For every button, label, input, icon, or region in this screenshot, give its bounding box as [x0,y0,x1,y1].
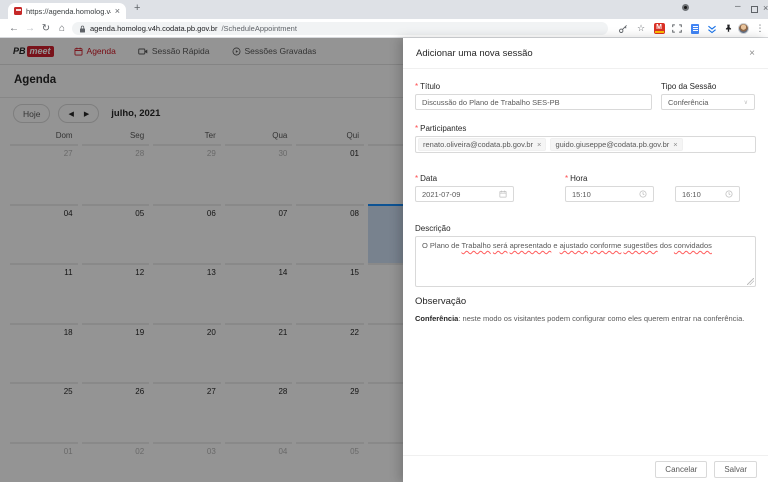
browser-tab[interactable]: https://agenda.homolog.v4h.cod × [8,3,126,19]
browser-window: https://agenda.homolog.v4h.cod × + – × ←… [0,0,768,482]
modal-title: Adicionar uma nova sessão [416,47,533,59]
window-close-button[interactable]: × [763,3,768,13]
participant-tag: renato.oliveira@codata.pb.gov.br × [418,138,547,151]
extension-m-icon[interactable]: M [652,22,666,35]
required-asterisk: * [415,124,419,133]
required-asterisk: * [415,82,419,91]
titulo-field: * Título [415,82,652,110]
observacao-text: : neste modo os visitantes podem configu… [458,314,745,323]
screen-capture-icon[interactable] [670,22,684,35]
tab-close-icon[interactable]: × [115,6,120,16]
remove-participant-icon[interactable]: × [673,140,677,149]
recording-indicator-icon [682,4,689,11]
observacao-heading: Observação [415,296,467,307]
url-path: /ScheduleAppointment [221,24,297,33]
misspelled-word: apresentado [509,241,552,250]
description-text: dos [657,241,674,250]
participant-email: guido.giuseppe@codata.pb.gov.br [555,140,670,149]
window-minimize-button[interactable]: – [735,1,741,12]
data-value: 2021-07-09 [422,189,461,199]
misspelled-word: Trabalho [461,241,491,250]
forward-icon[interactable]: → [22,23,38,34]
lock-icon [80,25,85,32]
tipo-sessao-value: Conferência [668,97,709,107]
misspelled-word: será [492,241,508,250]
tab-title: https://agenda.homolog.v4h.cod [26,6,111,16]
window-maximize-button[interactable] [751,6,758,13]
profile-avatar[interactable] [736,22,750,35]
misspelled-word: sugestões [623,241,658,250]
bookmark-star-icon[interactable]: ☆ [634,22,648,35]
modal-header: Adicionar uma nova sessão × [403,38,768,69]
hora-field: * Hora 15:10 16:10 [565,174,756,202]
descricao-field: Descrição O Plano de Trabalho será apres… [415,224,756,287]
hora-inicio-input[interactable]: 15:10 [565,186,654,202]
misspelled-word: conforme [590,241,622,250]
document-extension-icon[interactable] [688,22,702,35]
chevron-down-icon: ∨ [743,99,748,106]
data-input[interactable]: 2021-07-09 [415,186,514,202]
tab-strip: https://agenda.homolog.v4h.cod × + – × [0,0,768,19]
tab-favicon-icon [14,7,22,15]
modal-close-icon[interactable]: × [749,48,755,59]
save-button[interactable]: Salvar [714,460,757,478]
hora-label: Hora [570,174,588,183]
descricao-label: Descrição [415,224,451,233]
observacao-section: Observação Conferência: neste modo os vi… [415,296,756,324]
data-label: Data [420,174,438,183]
observacao-term: Conferência [415,314,459,323]
tipo-sessao-field: Tipo da Sessão Conferência ∨ [661,82,755,110]
misspelled-word: convidados [673,241,712,250]
titulo-label: Título [420,82,441,91]
participant-email: renato.oliveira@codata.pb.gov.br [423,140,534,149]
url-domain: agenda.homolog.v4h.codata.pb.gov.br [90,24,218,33]
key-icon[interactable] [616,22,630,35]
hora-fim-input[interactable]: 16:10 [675,186,740,202]
modal-footer: Cancelar Salvar [403,455,768,482]
tipo-sessao-label: Tipo da Sessão [661,82,717,91]
data-field: * Data 2021-07-09 [415,174,514,202]
cancel-button[interactable]: Cancelar [655,460,708,478]
tipo-sessao-select[interactable]: Conferência ∨ [661,94,755,110]
hora-fim-value: 16:10 [682,189,701,199]
misspelled-word: ajustado [559,241,588,250]
chevrons-extension-icon[interactable] [705,22,719,35]
browser-menu-icon[interactable]: ⋮ [753,22,767,35]
participantes-field: * Participantes renato.oliveira@codata.pb… [415,124,756,153]
resize-handle[interactable] [747,278,754,285]
required-asterisk: * [415,174,419,183]
hora-inicio-value: 15:10 [572,189,591,199]
back-icon[interactable]: ← [6,23,22,34]
required-asterisk: * [565,174,569,183]
descricao-textarea[interactable]: O Plano de Trabalho será apresentado e a… [415,236,756,287]
titulo-input[interactable] [415,94,652,110]
address-bar[interactable]: agenda.homolog.v4h.codata.pb.gov.br/Sche… [72,22,608,35]
calendar-icon [499,190,507,198]
description-text: e [551,241,560,250]
extensions-pin-icon[interactable] [721,22,735,35]
participantes-label: Participantes [420,124,467,133]
home-icon[interactable]: ⌂ [54,23,70,34]
new-tab-button[interactable]: + [134,2,140,14]
participantes-input[interactable]: renato.oliveira@codata.pb.gov.br × guido.g… [415,136,756,153]
remove-participant-icon[interactable]: × [537,140,541,149]
add-session-modal: Adicionar uma nova sessão × *Título Tipo… [403,38,768,482]
participant-tag: guido.giuseppe@codata.pb.gov.br × [550,138,683,151]
reload-icon[interactable]: ↻ [38,23,54,34]
clock-icon [725,190,733,198]
browser-toolbar: ← → ↻ ⌂ agenda.homolog.v4h.codata.pb.gov… [0,19,768,38]
clock-icon [639,190,647,198]
description-text: O Plano de [422,241,462,250]
